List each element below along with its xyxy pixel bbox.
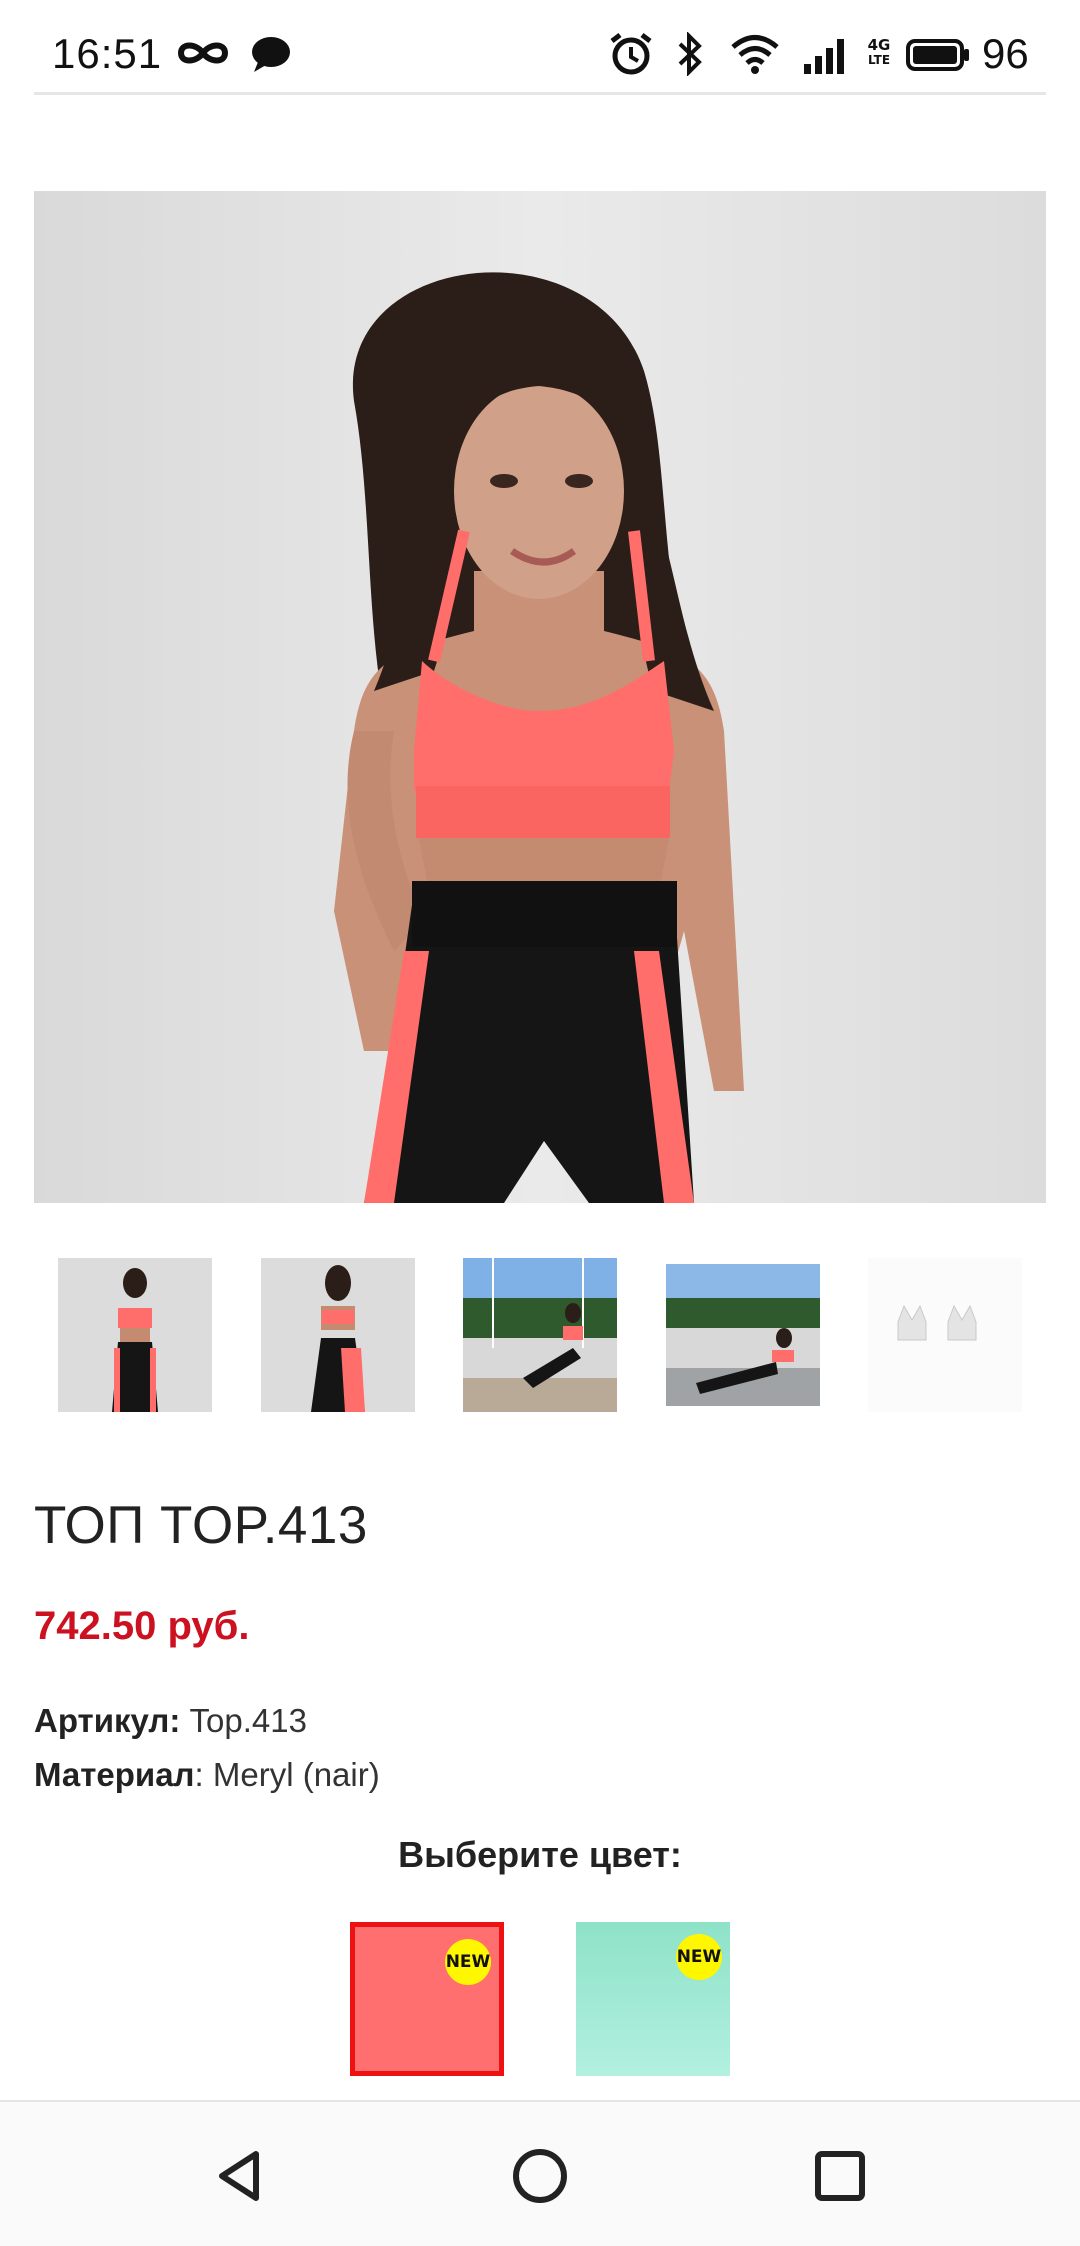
battery-percent: 96 [982, 30, 1029, 77]
battery-icon [906, 39, 969, 71]
new-badge: NEW [676, 1934, 722, 1980]
article-label: Артикул: [34, 1702, 181, 1739]
article-value: Top.413 [180, 1702, 307, 1739]
bluetooth-icon [678, 32, 702, 76]
material-value: : Meryl (nair) [194, 1756, 380, 1793]
thumbnail-outdoor-lying[interactable] [666, 1258, 820, 1412]
home-icon[interactable] [504, 2140, 576, 2212]
chat-bubble-icon [252, 37, 290, 72]
recents-icon[interactable] [804, 2140, 876, 2212]
new-badge: NEW [445, 1939, 491, 1985]
system-nav-bar [0, 2100, 1080, 2246]
product-price: 742.50 руб. [34, 1604, 250, 1648]
wifi-icon [731, 35, 779, 74]
back-icon[interactable] [206, 2140, 278, 2212]
thumbnail-back[interactable] [261, 1258, 415, 1412]
product-title: ТОП TOP.413 [34, 1496, 368, 1555]
material-label: Материал [34, 1756, 195, 1793]
color-swatch-mint[interactable]: NEW [576, 1922, 730, 2076]
infinity-icon [177, 42, 229, 64]
alarm-icon [610, 33, 652, 75]
thumbnail-product-only[interactable] [868, 1258, 1022, 1412]
material-row: Материал: Meryl (nair) [34, 1756, 380, 1794]
signal-icon [804, 39, 844, 74]
color-swatch-coral[interactable]: NEW [350, 1922, 504, 2076]
product-main-image[interactable] [34, 191, 1046, 1203]
header-divider [34, 92, 1046, 95]
status-time: 16:51 [52, 30, 163, 77]
network-type: 4G LTE [867, 36, 891, 68]
status-bar: 16:51 4G LTE 96 [0, 0, 1080, 92]
model-photo [34, 191, 1046, 1203]
article-row: Артикул: Top.413 [34, 1702, 307, 1740]
thumbnail-outdoor-sitting[interactable] [463, 1258, 617, 1412]
color-picker-heading: Выберите цвет: [398, 1834, 682, 1875]
thumbnail-front[interactable] [58, 1258, 212, 1412]
